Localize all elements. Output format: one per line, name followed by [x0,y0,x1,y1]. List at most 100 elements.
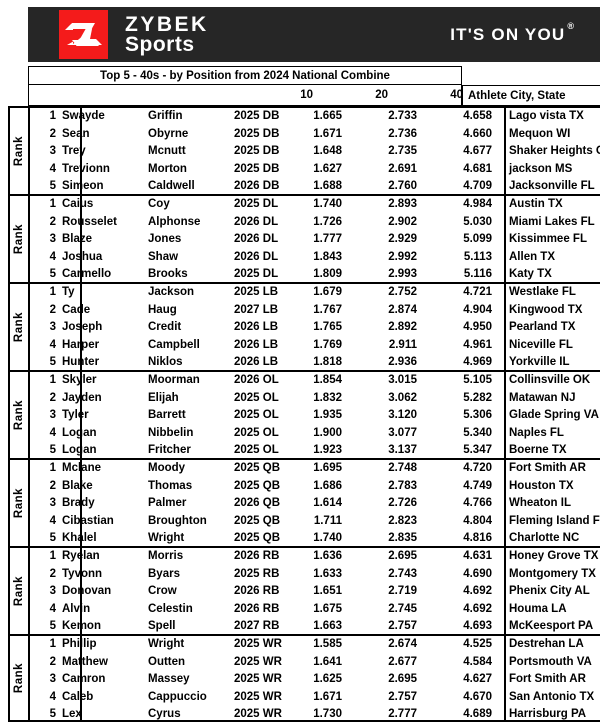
table-row[interactable]: 4 Logan Nibbelin 2025 OL 1.900 3.077 5.340 Napl… [30,425,600,443]
cell-class-position: 2026 RB [234,585,280,598]
table-row[interactable]: 1 Ryelan Morris 2026 RB 1.636 2.695 4.631 Honey… [30,548,600,566]
cell-last-name: Jones [148,233,182,246]
table-row[interactable]: 2 Blake Thomas 2025 QB 1.686 2.783 4.749 Housto… [30,478,600,496]
table-row[interactable]: 1 Caius Coy 2025 DL 1.740 2.893 4.984 Austin TX [30,196,600,214]
table-row[interactable]: 2 Tyvonn Byars 2025 RB 1.633 2.743 4.690 Montgo… [30,566,600,584]
cell-split-10: 1.614 [313,497,342,510]
cell-city-state: Destrehan LA [509,638,584,650]
cell-class-position: 2025 OL [234,426,279,439]
cell-first-name: Trevionn [62,162,110,175]
table-row[interactable]: 4 Trevionn Morton 2025 DB 1.627 2.691 4.681 jac… [30,161,600,179]
cell-split-10: 1.711 [313,514,342,527]
cell-class-position: 2025 LB [234,286,279,298]
cell-split-40: 4.692 [463,585,492,598]
cell-split-40: 5.306 [463,409,492,422]
table-row[interactable]: 2 Jayden Elijah 2025 OL 1.832 3.062 5.282 Mataw… [30,390,600,408]
table-row[interactable]: 3 Blaze Jones 2026 DL 1.777 2.929 5.099 Kissimm… [30,231,600,249]
table-row[interactable]: 1 Phillip Wright 2025 WR 1.585 2.674 4.525 Dest… [30,636,600,654]
cell-rank: 1 [49,286,56,298]
section-rows: 1 Swayde Griffin 2025 DB 1.665 2.733 4.658 Lago… [30,108,600,194]
cell-last-name: Morton [148,162,187,175]
table-row[interactable]: 1 Skyler Moorman 2026 OL 1.854 3.015 5.105 Coll… [30,372,600,390]
cell-split-40: 4.950 [463,321,492,334]
table-row[interactable]: 1 Ty Jackson 2025 LB 1.679 2.752 4.721 Westlake… [30,284,600,302]
cell-class-position: 2025 QB [234,479,281,492]
table-row[interactable]: 3 Tyler Barrett 2025 OL 1.935 3.120 5.306 Glade… [30,407,600,425]
cell-last-name: Moody [148,462,186,474]
table-row[interactable]: 4 Caleb Cappuccio 2025 WR 1.671 2.757 4.670 San… [30,689,600,707]
cell-last-name: Outten [148,655,186,668]
cell-split-20: 2.902 [388,215,417,228]
cell-first-name: Blaze [62,233,93,246]
table-row[interactable]: 2 Cade Haug 2027 LB 1.767 2.874 4.904 Kingwood … [30,302,600,320]
table-row[interactable]: 3 Donovan Crow 2026 RB 1.651 2.719 4.692 Phenix… [30,583,600,601]
cell-first-name: Donovan [62,585,112,598]
cell-split-40: 4.749 [463,479,492,492]
rank-axis-label-text: Rank [13,223,25,255]
cell-rank: 3 [49,409,56,422]
table-row[interactable]: 4 Cibastian Broughton 2025 QB 1.711 2.823 4.80… [30,513,600,531]
table-row[interactable]: 3 Camron Massey 2025 WR 1.625 2.695 4.627 Fort … [30,671,600,689]
cell-rank: 3 [49,145,56,158]
column-header-split-40: 40 [450,89,463,101]
cell-last-name: Coy [148,198,170,210]
rank-axis-label-text: Rank [13,487,25,519]
brand-name-line1: ZYBEK [125,12,209,36]
cell-city-state: Niceville FL [509,338,573,351]
cell-split-20: 2.719 [388,585,417,598]
table-row[interactable]: 4 Joshua Shaw 2026 DL 1.843 2.992 5.113 Allen T… [30,249,600,267]
cell-rank: 4 [49,514,56,527]
cell-split-20: 2.892 [388,321,417,334]
cell-split-20: 2.695 [388,550,417,562]
cell-rank: 3 [49,585,56,598]
cell-rank: 1 [49,374,56,386]
column-header-city-state-label: Athlete City, State [468,89,566,102]
table-row[interactable]: 3 Trey Mcnutt 2025 DB 1.648 2.735 4.677 Shaker … [30,143,600,161]
cell-city-state: San Antonio TX [509,690,595,703]
table-row[interactable]: 2 Matthew Outten 2025 WR 1.641 2.677 4.584 Port… [30,654,600,672]
column-header-city-state: Athlete City, State [462,85,600,106]
cell-split-40: 4.584 [463,655,492,668]
results-table: Rank 1 Swayde Griffin 2025 DB 1.665 2.733 4.658… [8,106,600,722]
cell-last-name: Palmer [148,497,187,510]
table-row[interactable]: 1 Swayde Griffin 2025 DB 1.665 2.733 4.658 Lago… [30,108,600,126]
table-row[interactable]: 4 Harper Campbell 2026 LB 1.769 2.911 4.961 Nic… [30,337,600,355]
cell-split-40: 4.525 [463,638,492,650]
table-row[interactable]: 2 Rousselet Alphonse 2026 DL 1.726 2.902 5.030… [30,214,600,232]
cell-class-position: 2025 DB [234,127,280,140]
cell-city-state: Shaker Heights OH [509,145,600,158]
cell-split-10: 1.767 [313,303,342,316]
cell-split-10: 1.854 [313,374,342,386]
position-section-lb: Rank 1 Ty Jackson 2025 LB 1.679 2.752 4.721 West… [8,282,600,370]
table-row[interactable]: 1 Mclane Moody 2025 QB 1.695 2.748 4.720 Fort S… [30,460,600,478]
cell-split-40: 4.670 [463,690,492,703]
table-row[interactable]: 3 Joseph Credit 2026 LB 1.765 2.892 4.950 Pearl… [30,319,600,337]
cell-last-name: Shaw [148,250,179,263]
section-rows: 1 Skyler Moorman 2026 OL 1.854 3.015 5.105 Coll… [30,372,600,458]
cell-split-40: 4.961 [463,338,492,351]
cell-class-position: 2025 WR [234,638,282,650]
cell-first-name: Sean [62,127,90,140]
rank-axis-label: Rank [10,460,30,546]
brand-wordmark: ZYBEK Sports [125,12,209,54]
cell-split-10: 1.726 [313,215,342,228]
registered-trademark-icon: ® [567,20,574,31]
cell-first-name: Caius [62,198,94,210]
cell-split-10: 1.633 [313,567,342,580]
cell-first-name: Phillip [62,638,97,650]
cell-class-position: 2025 DB [234,145,280,158]
table-row[interactable]: 3 Brady Palmer 2026 QB 1.614 2.726 4.766 Wheato… [30,495,600,513]
rank-axis-label-text: Rank [13,311,25,343]
cell-rank: 1 [49,550,56,562]
rank-axis-label: Rank [10,284,30,370]
cell-split-40: 4.984 [463,198,492,210]
cell-split-20: 2.695 [388,673,417,686]
table-row[interactable]: 2 Sean Obyrne 2025 DB 1.671 2.736 4.660 Mequon … [30,126,600,144]
cell-split-20: 3.077 [388,426,417,439]
column-header-split-20: 20 [375,89,388,101]
table-row[interactable]: 4 Alvin Celestin 2026 RB 1.675 2.745 4.692 Houm… [30,601,600,619]
table-row[interactable]: 5 Lex Cyrus 2025 WR 1.730 2.777 4.689 Harrisbur… [30,706,600,724]
cell-split-20: 2.677 [388,655,417,668]
cell-split-20: 2.748 [388,462,417,474]
cell-class-position: 2026 LB [234,321,279,334]
